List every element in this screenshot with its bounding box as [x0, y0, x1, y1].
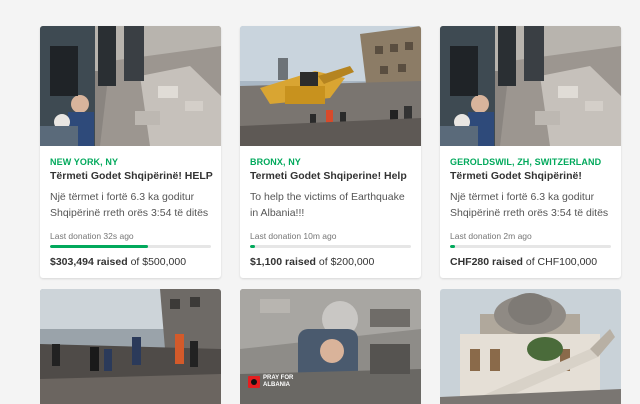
last-donation: Last donation 2m ago	[450, 231, 532, 241]
campaign-photo[interactable]	[40, 26, 221, 146]
campaign-photo[interactable]	[40, 289, 221, 404]
campaign-photo[interactable]	[440, 26, 621, 146]
campaign-card[interactable]: NEW YORK, NY Tërmeti Godet Shqipërinë! H…	[40, 26, 221, 278]
campaign-description: Një tërmet i fortë 6.3 ka goditur Shqipë…	[450, 191, 609, 219]
raised-amount: $1,100 raised of $200,000	[250, 256, 374, 268]
albania-flag-icon	[248, 376, 260, 388]
campaign-photo[interactable]	[240, 26, 421, 146]
goal-value: of $500,000	[130, 256, 187, 268]
progress-bar	[50, 245, 211, 248]
campaign-photo[interactable]	[440, 289, 621, 404]
raised-value: $303,494 raised	[50, 256, 128, 268]
campaign-description: Një tërmet i fortë 6.3 ka goditur Shqipë…	[50, 191, 209, 219]
last-donation: Last donation 32s ago	[50, 231, 134, 241]
progress-fill	[450, 245, 455, 248]
campaign-title[interactable]: Termeti Godet Shqiperine! Help	[250, 170, 415, 182]
progress-fill	[250, 245, 255, 248]
campaign-title[interactable]: Tërmeti Godet Shqipërinë! HELP	[50, 170, 215, 182]
badge-line-1: PRAY FOR	[263, 375, 294, 381]
campaign-location: BRONX, NY	[250, 157, 301, 167]
campaign-description: To help the victims of Earthquake in Alb…	[250, 191, 405, 219]
pray-for-albania-badge: PRAY FOR ALBANIA	[248, 375, 293, 389]
campaign-card[interactable]	[40, 289, 221, 404]
raised-value: CHF280 raised	[450, 256, 523, 268]
goal-value: of $200,000	[318, 256, 375, 268]
raised-value: $1,100 raised	[250, 256, 316, 268]
campaign-card[interactable]: PRAY FOR ALBANIA	[240, 289, 421, 404]
raised-amount: CHF280 raised of CHF100,000	[450, 256, 597, 268]
campaign-card[interactable]: GEROLDSWIL, ZH, SWITZERLAND Tërmeti Gode…	[440, 26, 621, 278]
badge-line-2: ALBANIA	[263, 382, 290, 388]
campaign-card[interactable]: BRONX, NY Termeti Godet Shqiperine! Help…	[240, 26, 421, 278]
goal-value: of CHF100,000	[525, 256, 598, 268]
raised-amount: $303,494 raised of $500,000	[50, 256, 186, 268]
progress-fill	[50, 245, 149, 248]
progress-bar	[450, 245, 611, 248]
campaign-card[interactable]	[440, 289, 621, 404]
campaign-location: NEW YORK, NY	[50, 157, 119, 167]
campaign-title[interactable]: Tërmeti Godet Shqipërinë!	[450, 170, 615, 182]
campaign-location: GEROLDSWIL, ZH, SWITZERLAND	[450, 157, 602, 167]
progress-bar	[250, 245, 411, 248]
last-donation: Last donation 10m ago	[250, 231, 337, 241]
